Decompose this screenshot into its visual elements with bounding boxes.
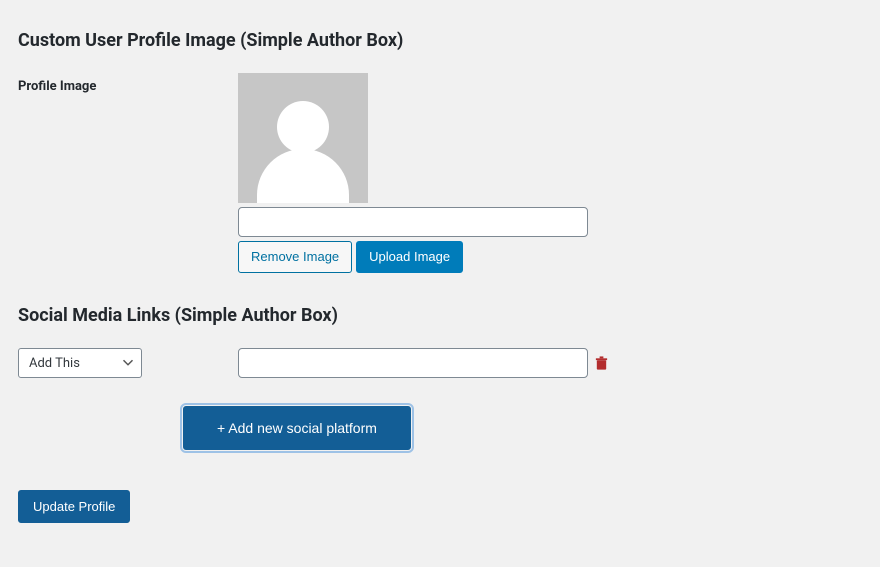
- social-link-input[interactable]: [238, 348, 588, 378]
- upload-image-button[interactable]: Upload Image: [356, 241, 463, 273]
- profile-image-path-input[interactable]: [238, 207, 588, 237]
- profile-image-label: Profile Image: [18, 73, 238, 94]
- social-platform-select[interactable]: Add This: [18, 348, 142, 378]
- social-links-section-title: Social Media Links (Simple Author Box): [18, 305, 862, 326]
- trash-icon[interactable]: [594, 355, 609, 371]
- social-platform-select-value: Add This: [29, 356, 80, 371]
- update-profile-button[interactable]: Update Profile: [18, 490, 130, 523]
- add-social-platform-button[interactable]: + Add new social platform: [183, 406, 411, 450]
- remove-image-button[interactable]: Remove Image: [238, 241, 352, 273]
- profile-image-row: Profile Image Remove Image Upload Image: [18, 73, 862, 273]
- social-link-row: Add This: [18, 348, 862, 378]
- avatar-placeholder: [238, 73, 368, 203]
- profile-image-section-title: Custom User Profile Image (Simple Author…: [18, 30, 862, 51]
